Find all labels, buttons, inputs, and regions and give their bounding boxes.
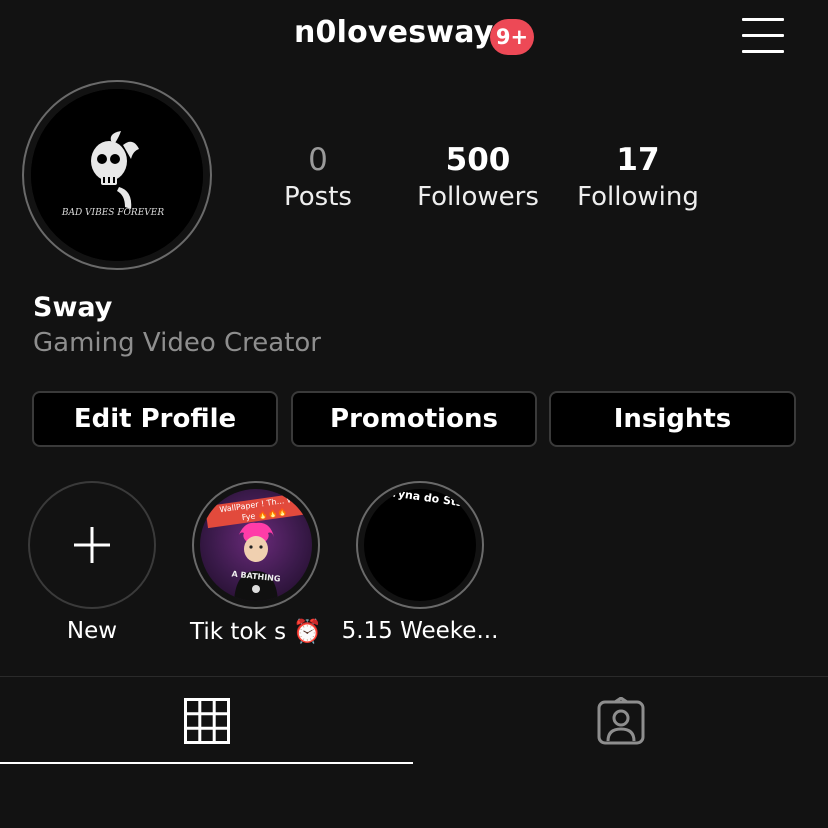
highlight-label: 5.15 Weeke... (341, 618, 499, 644)
highlight-thumbnail: tryna do Sts (364, 489, 476, 601)
tagged-person-icon (597, 697, 645, 745)
highlight-label: Tik tok s ⏰ (189, 619, 322, 645)
username-title[interactable]: n0lovesway (294, 15, 493, 50)
highlight-new[interactable]: New (12, 481, 172, 644)
profile-bio: Gaming Video Creator (33, 328, 321, 358)
following-stat[interactable]: 17 Following (558, 140, 718, 214)
hamburger-menu-icon[interactable] (742, 18, 784, 54)
profile-header: n0lovesway 9+ (0, 0, 828, 76)
grid-icon (184, 698, 230, 744)
posts-count: 0 (308, 142, 328, 178)
thumb-top-text: tryna do Sts (386, 489, 464, 510)
highlight-ring: tryna do Sts (356, 481, 484, 609)
skull-logo-icon: BAD VIBES FOREVER (31, 89, 203, 261)
followers-count: 500 (445, 142, 511, 178)
avatar-caption: BAD VIBES FOREVER (61, 208, 164, 218)
highlight-new-ring (28, 481, 156, 609)
followers-label: Followers (417, 182, 539, 212)
promotions-button[interactable]: Promotions (291, 391, 537, 447)
posts-label: Posts (284, 182, 352, 212)
highlight-weekend[interactable]: tryna do Sts 5.15 Weeke... (340, 481, 500, 644)
following-count: 17 (616, 142, 660, 178)
edit-profile-button[interactable]: Edit Profile (32, 391, 278, 447)
profile-avatar[interactable]: BAD VIBES FOREVER (22, 80, 212, 270)
profile-name: Sway (33, 292, 113, 323)
following-label: Following (577, 182, 699, 212)
tab-tagged[interactable] (414, 677, 828, 765)
tab-grid[interactable] (0, 677, 414, 765)
followers-stat[interactable]: 500 Followers (398, 140, 558, 214)
highlight-ring: WallPaper ! Th... Were Fye 🔥🔥🔥 A BATHING (192, 481, 320, 609)
highlight-tiktok[interactable]: WallPaper ! Th... Were Fye 🔥🔥🔥 A BATHING… (176, 481, 336, 645)
active-tab-indicator (0, 762, 413, 764)
avatar-image: BAD VIBES FOREVER (31, 89, 203, 261)
plus-icon (74, 527, 110, 563)
insights-button[interactable]: Insights (549, 391, 796, 447)
highlight-label: New (66, 618, 118, 644)
posts-stat[interactable]: 0 Posts (238, 140, 398, 214)
highlight-thumbnail: WallPaper ! Th... Were Fye 🔥🔥🔥 A BATHING (200, 489, 312, 601)
notification-badge[interactable]: 9+ (490, 19, 534, 55)
